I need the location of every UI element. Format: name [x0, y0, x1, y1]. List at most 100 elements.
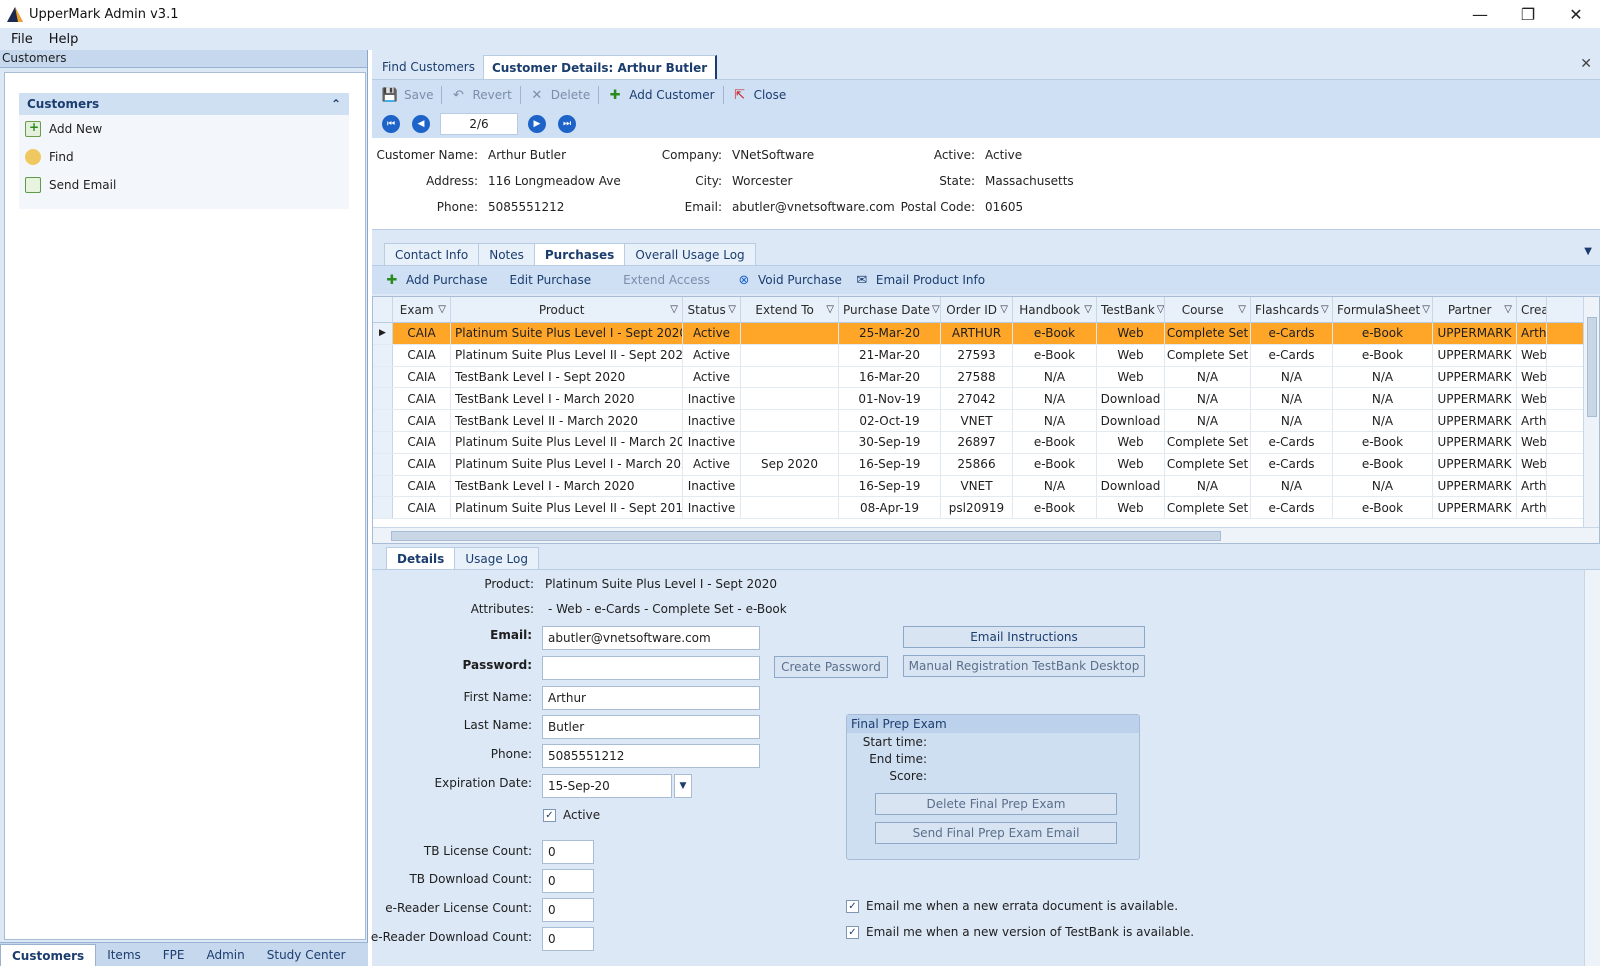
row-indicator[interactable]	[373, 497, 393, 519]
last-name-field[interactable]	[542, 715, 760, 739]
nav-item-send-email[interactable]: Send Email	[19, 171, 349, 199]
filter-icon[interactable]: ▽	[670, 304, 678, 315]
column-header[interactable]: Crea	[1517, 297, 1547, 322]
edit-purchase-button[interactable]: Edit Purchase	[504, 269, 598, 291]
column-header[interactable]: Status ▽	[683, 297, 741, 322]
filter-icon[interactable]: ▽	[1321, 304, 1329, 315]
table-row[interactable]: CAIA TestBank Level I - Sept 2020 Active 16…	[373, 366, 1599, 389]
menu-help[interactable]: Help	[46, 32, 82, 47]
filter-icon[interactable]: ▽	[1084, 304, 1092, 315]
filter-icon[interactable]: ▽	[826, 304, 834, 315]
details-vertical-scrollbar[interactable]	[1584, 570, 1600, 966]
delete-button[interactable]: ✕ Delete	[523, 84, 596, 106]
column-header[interactable]: Partner ▽	[1433, 297, 1517, 322]
close-window-button[interactable]: ✕	[1552, 0, 1600, 28]
tb-license-count-field[interactable]	[542, 840, 594, 864]
password-field[interactable]	[542, 656, 760, 680]
last-record-icon[interactable]: ⏭	[558, 115, 576, 133]
table-row[interactable]: CAIA TestBank Level I - March 2020 Inactiv…	[373, 388, 1599, 411]
filter-icon[interactable]: ▽	[1422, 304, 1430, 315]
nav-item-add-new[interactable]: + Add New	[19, 115, 349, 143]
column-header[interactable]: Purchase Date ▽	[839, 297, 941, 322]
table-row[interactable]: CAIA TestBank Level II - March 2020 Inacti…	[373, 410, 1599, 432]
grid-vertical-scrollbar[interactable]	[1583, 297, 1599, 529]
send-final-prep-exam-email-button[interactable]: Send Final Prep Exam Email	[875, 822, 1117, 844]
row-indicator[interactable]: ▶	[373, 323, 393, 344]
table-row[interactable]: CAIA Platinum Suite Plus Level II - March…	[373, 431, 1599, 454]
tab-purchases[interactable]: Purchases	[533, 243, 626, 265]
testbank-notify-checkbox[interactable]: ✓	[846, 926, 859, 939]
close-tab-icon[interactable]: ✕	[1580, 56, 1592, 72]
errata-notify-checkbox[interactable]: ✓	[846, 900, 859, 913]
filter-icon[interactable]: ▽	[1157, 304, 1164, 315]
filter-icon[interactable]: ▽	[932, 304, 940, 315]
column-header[interactable]: FormulaSheet ▽	[1333, 297, 1433, 322]
minimize-button[interactable]: —	[1456, 0, 1504, 28]
tab-customer-details[interactable]: Customer Details: Arthur Butler	[482, 55, 718, 79]
grid-horizontal-scrollbar[interactable]	[373, 527, 1599, 543]
expiration-date-field[interactable]	[542, 774, 672, 798]
table-row[interactable]: CAIA Platinum Suite Plus Level II - Sept …	[373, 497, 1599, 520]
table-row[interactable]: CAIA Platinum Suite Plus Level II - Sept …	[373, 344, 1599, 367]
delete-final-prep-exam-button[interactable]: Delete Final Prep Exam	[875, 793, 1117, 815]
email-product-info-button[interactable]: ✉ Email Product Info	[848, 269, 991, 291]
tab-contact-info[interactable]: Contact Info	[384, 243, 480, 265]
module-tab-items[interactable]: Items	[96, 944, 152, 966]
previous-record-icon[interactable]: ◀	[412, 115, 430, 133]
nav-group-header[interactable]: Customers ⌃	[19, 93, 349, 115]
column-header[interactable]: Handbook ▽	[1013, 297, 1097, 322]
email-field[interactable]	[542, 626, 760, 650]
scroll-thumb[interactable]	[391, 531, 1221, 541]
column-header[interactable]: Extend To ▽	[741, 297, 839, 322]
module-tab-study-center[interactable]: Study Center	[256, 944, 357, 966]
ereader-license-count-field[interactable]	[542, 898, 594, 922]
active-checkbox[interactable]: ✓	[543, 809, 556, 822]
table-row[interactable]: ▶ CAIA Platinum Suite Plus Level I - Sept …	[373, 323, 1599, 345]
row-indicator[interactable]	[373, 453, 393, 475]
collapse-icon[interactable]: ⌃	[331, 97, 341, 111]
close-button[interactable]: ⇱ Close	[726, 84, 793, 106]
phone-field[interactable]	[542, 744, 760, 768]
tb-download-count-field[interactable]	[542, 869, 594, 893]
tab-overall-usage-log[interactable]: Overall Usage Log	[624, 243, 756, 265]
add-purchase-button[interactable]: ✚ Add Purchase	[378, 269, 494, 291]
table-row[interactable]: CAIA TestBank Level I - March 2020 Inactiv…	[373, 475, 1599, 498]
manual-registration-button[interactable]: Manual Registration TestBank Desktop	[903, 655, 1145, 677]
next-record-icon[interactable]: ▶	[528, 115, 546, 133]
first-record-icon[interactable]: ⏮	[382, 115, 400, 133]
column-header[interactable]: Course ▽	[1165, 297, 1251, 322]
tab-details[interactable]: Details	[386, 547, 456, 569]
record-position[interactable]: 2/6	[440, 113, 518, 135]
column-header[interactable]: Exam ▽	[393, 297, 451, 322]
row-indicator[interactable]	[373, 344, 393, 366]
module-tab-admin[interactable]: Admin	[196, 944, 256, 966]
restore-button[interactable]: ❐	[1504, 0, 1552, 28]
scroll-thumb[interactable]	[1587, 317, 1597, 417]
email-instructions-button[interactable]: Email Instructions	[903, 626, 1145, 648]
nav-item-find[interactable]: Find	[19, 143, 349, 171]
column-header[interactable]: Flashcards ▽	[1251, 297, 1333, 322]
row-indicator[interactable]	[373, 366, 393, 388]
filter-icon[interactable]: ▽	[728, 304, 736, 315]
module-tab-fpe[interactable]: FPE	[152, 944, 196, 966]
add-customer-button[interactable]: ✚ Add Customer	[601, 84, 720, 106]
filter-icon[interactable]: ▽	[1000, 304, 1008, 315]
column-header[interactable]: Product ▽	[451, 297, 683, 322]
void-purchase-button[interactable]: ⊗ Void Purchase	[730, 269, 848, 291]
row-indicator[interactable]	[373, 388, 393, 410]
chevron-down-icon[interactable]: ▼	[674, 774, 692, 798]
column-header[interactable]: Order ID ▽	[941, 297, 1013, 322]
row-indicator[interactable]	[373, 431, 393, 453]
filter-icon[interactable]: ▽	[1238, 304, 1246, 315]
tab-usage-log[interactable]: Usage Log	[454, 547, 539, 569]
revert-button[interactable]: ↶ Revert	[444, 84, 517, 106]
column-header[interactable]: TestBank ▽	[1097, 297, 1165, 322]
first-name-field[interactable]	[542, 686, 760, 710]
ereader-download-count-field[interactable]	[542, 927, 594, 951]
menu-file[interactable]: File	[8, 32, 36, 47]
chevron-down-icon[interactable]: ▼	[1584, 246, 1592, 257]
create-password-button[interactable]: Create Password	[774, 656, 888, 678]
filter-icon[interactable]: ▽	[1504, 304, 1512, 315]
tab-find-customers[interactable]: Find Customers	[374, 55, 483, 79]
save-button[interactable]: 💾 Save	[376, 84, 439, 106]
